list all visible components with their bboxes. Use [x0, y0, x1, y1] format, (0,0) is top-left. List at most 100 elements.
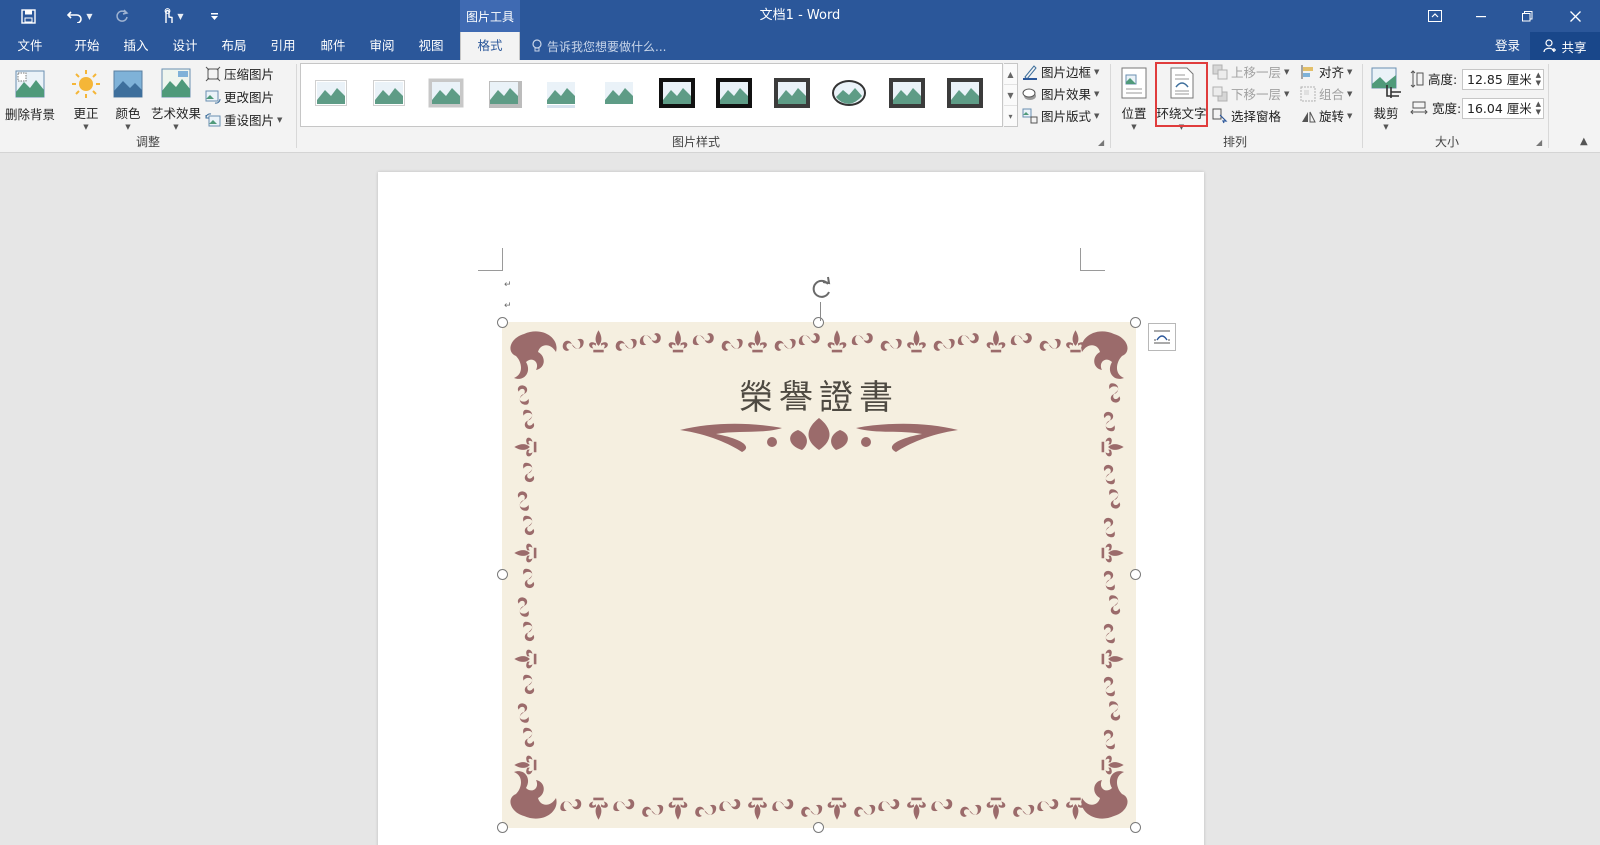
- crop-button[interactable]: 裁剪 ▼: [1368, 62, 1404, 132]
- artistic-effects-label: 艺术效果: [150, 106, 201, 121]
- resize-handle-right[interactable]: [1130, 569, 1141, 580]
- resize-handle-top[interactable]: [813, 317, 824, 328]
- align-icon: [1301, 64, 1313, 79]
- selection-pane-label: 选择窗格: [1231, 109, 1282, 124]
- change-picture-button[interactable]: 更改图片: [205, 86, 274, 107]
- height-input[interactable]: 12.85 厘米 ▲ ▼: [1462, 69, 1544, 90]
- picture-style-thumb[interactable]: [486, 78, 522, 108]
- picture-style-thumb[interactable]: [716, 78, 753, 108]
- width-input[interactable]: 16.04 厘米 ▲ ▼: [1462, 98, 1544, 119]
- remove-background-button[interactable]: 删除背景: [4, 62, 56, 132]
- picture-style-thumb[interactable]: [946, 78, 983, 108]
- minimize-icon[interactable]: [1458, 0, 1504, 32]
- picture-styles-gallery: [300, 63, 1003, 127]
- undo-icon[interactable]: ▼: [60, 0, 100, 32]
- share-button[interactable]: 共享: [1530, 32, 1600, 60]
- align-label: 对齐: [1319, 65, 1345, 80]
- tell-me-box[interactable]: 告诉我您想要做什么...: [532, 32, 666, 60]
- tell-me-placeholder: 告诉我您想要做什么...: [547, 39, 667, 54]
- corrections-button[interactable]: 更正 ▼: [68, 62, 104, 132]
- close-icon[interactable]: [1552, 0, 1598, 32]
- height-icon: [1410, 69, 1424, 88]
- certificate-picture[interactable]: 榮譽證書: [502, 322, 1136, 828]
- wrap-text-highlight-box: [1155, 62, 1208, 127]
- picture-style-thumb[interactable]: [371, 78, 407, 108]
- picture-styles-group-label: 图片样式: [671, 135, 720, 149]
- picture-effects-button[interactable]: 图片效果 ▼: [1022, 83, 1099, 104]
- gallery-more-icon[interactable]: ▾: [1004, 106, 1017, 127]
- save-icon[interactable]: [14, 0, 42, 32]
- redo-icon[interactable]: [110, 0, 134, 32]
- compress-icon: [205, 66, 221, 81]
- tab-insert[interactable]: 插入: [113, 32, 159, 60]
- resize-handle-bottom[interactable]: [813, 822, 824, 833]
- ribbon-display-options-icon[interactable]: [1412, 0, 1458, 32]
- resize-handle-bottom-left[interactable]: [497, 822, 508, 833]
- sign-in-link[interactable]: 登录: [1495, 32, 1520, 60]
- picture-layout-button[interactable]: 图片版式 ▼: [1022, 105, 1099, 126]
- picture-style-thumb[interactable]: [601, 78, 637, 108]
- artistic-effects-button[interactable]: 艺术效果 ▼: [150, 62, 202, 132]
- send-backward-icon: [1212, 86, 1228, 101]
- bring-forward-label: 上移一层: [1231, 65, 1282, 80]
- resize-handle-top-left[interactable]: [497, 317, 508, 328]
- tab-design[interactable]: 设计: [162, 32, 208, 60]
- tab-mailings[interactable]: 邮件: [310, 32, 356, 60]
- remove-background-label: 删除背景: [4, 107, 55, 122]
- tab-format[interactable]: 格式: [460, 32, 520, 60]
- corrections-label: 更正: [73, 106, 99, 121]
- paragraph-mark: ↵: [504, 280, 512, 290]
- styles-dialog-launcher-icon[interactable]: ◢: [1098, 138, 1104, 147]
- picture-style-thumb[interactable]: [428, 78, 464, 108]
- share-label: 共享: [1561, 39, 1587, 55]
- gallery-scroll-down-icon[interactable]: ▼: [1004, 85, 1017, 106]
- customize-icon[interactable]: [206, 0, 222, 32]
- picture-style-thumb[interactable]: [658, 78, 695, 108]
- tab-view[interactable]: 视图: [408, 32, 454, 60]
- tab-review[interactable]: 审阅: [359, 32, 405, 60]
- document-title: 文档1 - Word: [759, 8, 841, 23]
- send-backward-button[interactable]: 下移一层 ▼: [1212, 83, 1289, 104]
- gallery-scroll-up-icon[interactable]: ▲: [1004, 64, 1017, 85]
- height-spinner-icon[interactable]: ▲ ▼: [1536, 71, 1541, 87]
- crop-icon: [1371, 67, 1401, 98]
- position-button[interactable]: 位置 ▼: [1116, 62, 1152, 132]
- title-bar: ▼ ▼ 图片工具 文档1 - Word: [0, 0, 1600, 32]
- compress-pictures-button[interactable]: 压缩图片: [205, 63, 274, 84]
- restore-icon[interactable]: [1504, 0, 1550, 32]
- adjust-group-label: 调整: [135, 135, 160, 149]
- tab-file[interactable]: 文件: [8, 32, 52, 60]
- picture-style-thumb[interactable]: [313, 78, 349, 108]
- color-button[interactable]: 颜色 ▼: [110, 62, 146, 132]
- reset-picture-button[interactable]: 重设图片 ▼: [205, 109, 282, 130]
- tab-layout[interactable]: 布局: [211, 32, 257, 60]
- layout-options-button[interactable]: [1148, 323, 1176, 351]
- size-dialog-launcher-icon[interactable]: ◢: [1536, 138, 1542, 147]
- send-backward-label: 下移一层: [1231, 87, 1282, 102]
- height-value: 12.85 厘米: [1467, 72, 1532, 87]
- bring-forward-button[interactable]: 上移一层 ▼: [1212, 61, 1289, 82]
- touch-mode-icon[interactable]: ▼: [154, 0, 192, 32]
- picture-style-thumb[interactable]: [831, 78, 867, 108]
- rotation-handle-icon[interactable]: [808, 276, 834, 302]
- picture-style-thumb[interactable]: [543, 78, 579, 108]
- gallery-scroll: ▲ ▼ ▾: [1004, 63, 1018, 127]
- group-objects-button[interactable]: 组合 ▼: [1300, 83, 1352, 104]
- picture-style-thumb[interactable]: [773, 78, 810, 108]
- picture-border-button[interactable]: 图片边框 ▼: [1022, 61, 1099, 82]
- rotate-button[interactable]: 旋转 ▼: [1300, 105, 1352, 126]
- tab-references[interactable]: 引用: [260, 32, 306, 60]
- picture-style-thumb[interactable]: [889, 78, 925, 108]
- resize-handle-left[interactable]: [497, 569, 508, 580]
- change-picture-label: 更改图片: [224, 90, 275, 105]
- picture-effects-icon: [1022, 88, 1036, 100]
- width-spinner-icon[interactable]: ▲ ▼: [1536, 100, 1541, 116]
- resize-handle-bottom-right[interactable]: [1130, 822, 1141, 833]
- align-button[interactable]: 对齐 ▼: [1300, 61, 1352, 82]
- selection-pane-button[interactable]: 选择窗格: [1212, 105, 1281, 126]
- resize-handle-top-right[interactable]: [1130, 317, 1141, 328]
- tab-home[interactable]: 开始: [64, 32, 110, 60]
- selection-pane-icon: [1212, 108, 1228, 123]
- bring-forward-icon: [1212, 64, 1228, 79]
- collapse-ribbon-icon[interactable]: ▲: [1580, 136, 1588, 147]
